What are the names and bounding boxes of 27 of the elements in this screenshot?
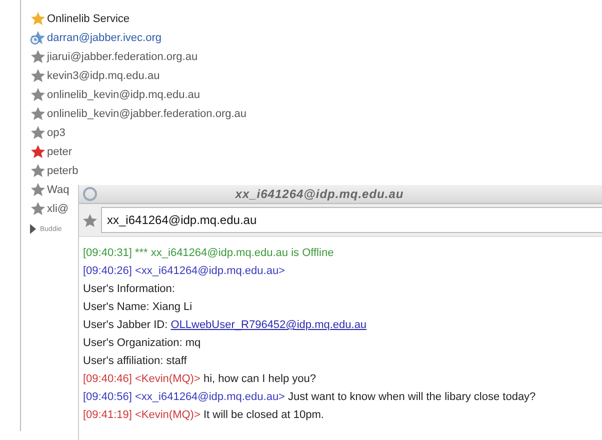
buddy-name[interactable]: xli@ — [47, 202, 69, 214]
jabber-id-link[interactable]: OLLwebUser_R796452@idp.mq.edu.au — [170, 319, 367, 331]
contact-status-icon — [82, 212, 98, 228]
status-message: [09:40:31] *** xx_i641264@idp.mq.edu.au is Offline — [83, 246, 335, 261]
buddy-name[interactable]: op3 — [47, 126, 66, 138]
info-line: User's Organization: mq — [83, 336, 202, 351]
window-title: xx_i641264@idp.mq.edu.au — [234, 187, 405, 201]
chat-message: [09:40:26] <xx_i641264@idp.mq.edu.au> — [83, 264, 286, 279]
info-line: User's Name: Xiang Li — [83, 300, 194, 315]
buddy-name[interactable]: jiarui@jabber.federation.org.au — [47, 50, 198, 62]
info-line: User's Jabber ID: OLLwebUser_R796452@idp.mq.edu.au — [83, 318, 368, 333]
buddy-name[interactable]: Onlinelib Service — [47, 12, 130, 24]
chat-message: [09:40:56] <xx_i641264@idp.mq.edu.au> Just want to know when will the libary close today? — [83, 390, 537, 405]
chat-message: [09:41:19] <Kevin(MQ)> It will be closed at 10pm. — [83, 408, 325, 423]
buddy-name[interactable]: Waq — [47, 184, 70, 196]
info-line: User's Information: — [83, 282, 176, 297]
chat-message: [09:40:46] <Kevin(MQ)> hi, how can I help you? — [83, 372, 317, 387]
window-icon — [83, 187, 97, 201]
buddy-name[interactable]: onlinelib_kevin@idp.mq.edu.au — [47, 88, 200, 100]
buddy-name[interactable]: darran@jabber.ivec.org — [47, 32, 162, 44]
buddy-name[interactable]: peter — [47, 146, 72, 158]
buddy-name[interactable]: peterb — [47, 164, 78, 176]
buddy-name[interactable]: kevin3@idp.mq.edu.au — [47, 70, 160, 82]
info-line: User's affiliation: staff — [83, 354, 188, 369]
expander-icon[interactable] — [30, 224, 36, 234]
buddy-name[interactable]: onlinelib_kevin@jabber.federation.org.au — [47, 108, 247, 120]
contact-field[interactable]: xx_i641264@idp.mq.edu.au — [101, 207, 602, 233]
